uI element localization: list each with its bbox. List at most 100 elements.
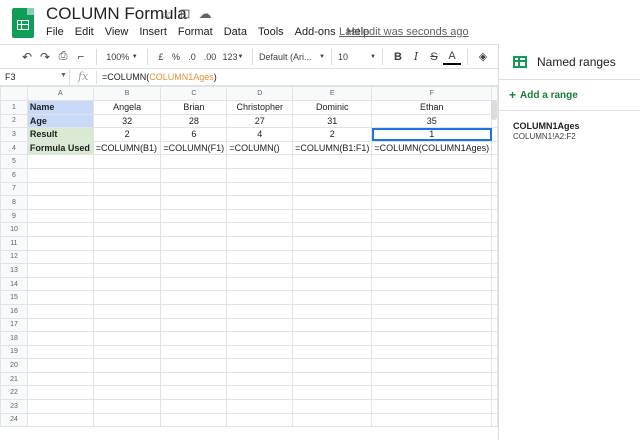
cloud-status-icon[interactable]: ☁ <box>199 6 212 22</box>
paint-format-icon[interactable]: ⌐ <box>72 46 90 68</box>
empty-cell[interactable] <box>292 344 373 360</box>
menu-edit[interactable]: Edit <box>75 26 94 38</box>
row-header[interactable]: 12 <box>0 249 28 265</box>
cell-b4[interactable]: =COLUMN(B1) <box>92 140 162 156</box>
empty-cell[interactable] <box>371 317 493 333</box>
empty-cell[interactable] <box>292 235 373 251</box>
empty-cell[interactable] <box>226 222 294 237</box>
select-all-corner[interactable] <box>0 86 28 101</box>
add-range-button[interactable]: + Add a range <box>499 79 640 111</box>
empty-cell[interactable] <box>160 358 228 373</box>
cell-a1[interactable]: Name <box>26 100 94 115</box>
empty-cell[interactable] <box>92 344 162 360</box>
named-range-item[interactable]: COLUMN1Ages COLUMN1!A2:F2 <box>499 111 640 151</box>
empty-cell[interactable] <box>292 195 373 210</box>
row-header[interactable]: 21 <box>0 371 28 387</box>
spreadsheet-grid[interactable]: A B C D E F 1 Name Angela Brian Christop… <box>0 86 498 440</box>
empty-cell[interactable] <box>160 317 228 333</box>
menu-format[interactable]: Format <box>178 26 213 38</box>
empty-cell[interactable] <box>160 263 228 278</box>
empty-cell[interactable] <box>160 371 228 387</box>
column-header[interactable]: C <box>160 86 228 101</box>
row-header[interactable]: 23 <box>0 399 28 414</box>
menu-insert[interactable]: Insert <box>139 26 167 38</box>
row-header[interactable]: 13 <box>0 263 28 278</box>
empty-cell[interactable] <box>160 154 228 169</box>
empty-cell[interactable] <box>292 181 373 197</box>
cell-d4[interactable]: =COLUMN() <box>226 140 294 156</box>
row-header[interactable]: 7 <box>0 181 28 197</box>
empty-cell[interactable] <box>371 399 493 414</box>
empty-cell[interactable] <box>26 276 94 292</box>
cell-a4[interactable]: Formula Used <box>26 140 94 156</box>
menu-data[interactable]: Data <box>224 26 247 38</box>
empty-cell[interactable] <box>292 290 373 305</box>
row-header[interactable]: 15 <box>0 290 28 305</box>
empty-cell[interactable] <box>92 249 162 265</box>
cell-a2[interactable]: Age <box>26 113 94 129</box>
empty-cell[interactable] <box>226 399 294 414</box>
empty-cell[interactable] <box>371 371 493 387</box>
empty-cell[interactable] <box>26 290 94 305</box>
empty-cell[interactable] <box>26 371 94 387</box>
column-header[interactable]: D <box>226 86 294 101</box>
empty-cell[interactable] <box>160 344 228 360</box>
cell-f2[interactable]: 35 <box>371 113 493 129</box>
empty-cell[interactable] <box>226 249 294 265</box>
cell-a3[interactable]: Result <box>26 127 94 142</box>
empty-cell[interactable] <box>26 331 94 346</box>
empty-cell[interactable] <box>371 222 493 237</box>
row-header[interactable]: 11 <box>0 235 28 251</box>
row-header[interactable]: 24 <box>0 412 28 428</box>
last-edit-link[interactable]: Last edit was seconds ago <box>339 26 469 38</box>
empty-cell[interactable] <box>371 235 493 251</box>
empty-cell[interactable] <box>160 331 228 346</box>
empty-cell[interactable] <box>292 263 373 278</box>
empty-cell[interactable] <box>26 263 94 278</box>
empty-cell[interactable] <box>26 222 94 237</box>
cell-e1[interactable]: Dominic <box>292 100 373 115</box>
cell-d2[interactable]: 27 <box>226 113 294 129</box>
empty-cell[interactable] <box>226 167 294 183</box>
cell-c2[interactable]: 28 <box>160 113 228 129</box>
empty-cell[interactable] <box>92 208 162 224</box>
increase-decimal-button[interactable]: .00 <box>200 46 220 68</box>
empty-cell[interactable] <box>26 399 94 414</box>
font-select[interactable]: Default (Ari... ▼ <box>259 46 325 68</box>
row-header[interactable]: 1 <box>0 100 28 115</box>
empty-cell[interactable] <box>26 385 94 401</box>
empty-cell[interactable] <box>92 167 162 183</box>
fill-color-icon[interactable]: ◈ <box>474 46 492 68</box>
empty-cell[interactable] <box>371 358 493 373</box>
empty-cell[interactable] <box>92 154 162 169</box>
empty-cell[interactable] <box>226 358 294 373</box>
row-header[interactable]: 5 <box>0 154 28 169</box>
font-size-select[interactable]: 10 ▼ <box>338 46 376 68</box>
menu-file[interactable]: File <box>46 26 64 38</box>
empty-cell[interactable] <box>371 167 493 183</box>
empty-cell[interactable] <box>292 249 373 265</box>
empty-cell[interactable] <box>292 385 373 401</box>
column-header[interactable]: A <box>26 86 94 101</box>
empty-cell[interactable] <box>226 181 294 197</box>
empty-cell[interactable] <box>26 181 94 197</box>
empty-cell[interactable] <box>226 331 294 346</box>
empty-cell[interactable] <box>26 249 94 265</box>
empty-cell[interactable] <box>226 317 294 333</box>
empty-cell[interactable] <box>92 276 162 292</box>
zoom-select[interactable]: 100% ▼ <box>103 46 141 68</box>
cell-e4[interactable]: =COLUMN(B1:F1) <box>292 140 373 156</box>
empty-cell[interactable] <box>226 412 294 428</box>
empty-cell[interactable] <box>226 385 294 401</box>
chevron-down-icon[interactable]: ▼ <box>60 72 67 79</box>
empty-cell[interactable] <box>160 290 228 305</box>
empty-cell[interactable] <box>371 331 493 346</box>
row-header[interactable]: 3 <box>0 127 28 142</box>
empty-cell[interactable] <box>292 303 373 319</box>
empty-cell[interactable] <box>292 167 373 183</box>
empty-cell[interactable] <box>292 317 373 333</box>
empty-cell[interactable] <box>26 154 94 169</box>
sheets-logo-icon[interactable] <box>12 8 34 38</box>
row-header[interactable]: 20 <box>0 358 28 373</box>
empty-cell[interactable] <box>226 371 294 387</box>
